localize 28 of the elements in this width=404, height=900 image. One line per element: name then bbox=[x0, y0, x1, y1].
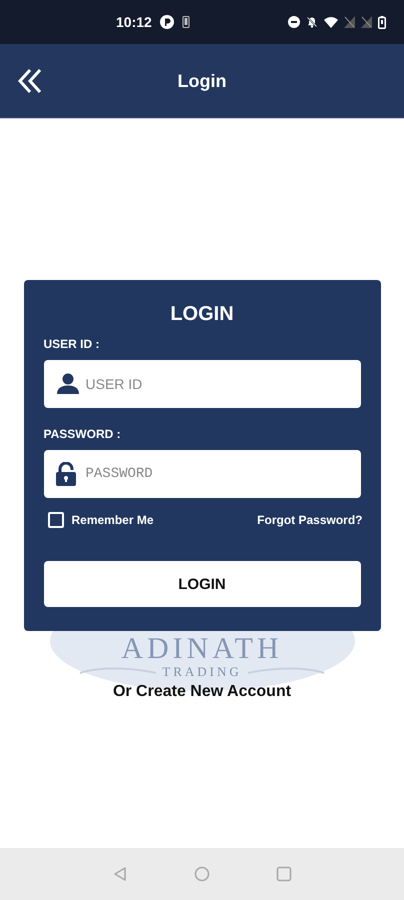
screen-title: Login bbox=[176, 70, 228, 92]
forgot-password-link[interactable]: Forgot Password? bbox=[257, 513, 362, 527]
back-nav-button[interactable] bbox=[112, 866, 128, 882]
user-id-field[interactable]: USER ID bbox=[44, 360, 360, 408]
muted-bell-icon bbox=[306, 16, 318, 28]
field-label: USER ID : bbox=[44, 336, 100, 352]
card-title: LOGIN bbox=[170, 302, 234, 326]
do-not-disturb-icon bbox=[288, 16, 300, 28]
clock-time: 10:12 bbox=[116, 14, 152, 30]
wifi-icon bbox=[324, 16, 338, 28]
home-nav-button[interactable] bbox=[194, 866, 210, 882]
field-label: PASSWORD : bbox=[44, 426, 121, 442]
unlocked-padlock-icon bbox=[56, 462, 76, 486]
logo-name: ADINATH bbox=[121, 634, 283, 664]
battery-icon bbox=[378, 16, 386, 28]
recents-nav-button[interactable] bbox=[276, 866, 292, 882]
phone-icon bbox=[182, 16, 190, 28]
user-icon bbox=[56, 373, 80, 395]
password-field[interactable]: PASSWORD bbox=[44, 450, 360, 498]
no-signal-icon bbox=[361, 16, 372, 28]
login-button[interactable]: LOGIN bbox=[44, 561, 360, 607]
no-signal-icon bbox=[344, 16, 355, 28]
checkbox-label: Remember Me bbox=[72, 513, 154, 527]
logo-tagline: TRADING bbox=[162, 664, 242, 679]
back-button[interactable] bbox=[17, 68, 43, 94]
create-account-link[interactable]: Or Create New Account bbox=[112, 683, 292, 701]
remember-checkbox[interactable] bbox=[48, 512, 64, 528]
app-icon bbox=[160, 15, 174, 29]
